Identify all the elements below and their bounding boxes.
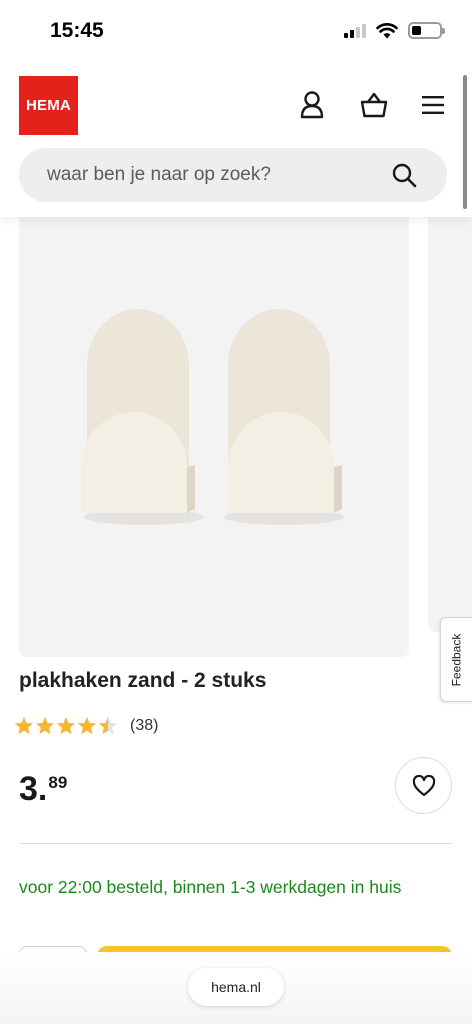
feedback-tab[interactable]: Feedback (440, 617, 472, 702)
hema-logo[interactable]: HEMA (19, 76, 78, 135)
menu-button[interactable] (418, 90, 448, 120)
star-full-icon (14, 716, 34, 735)
star-full-icon (35, 716, 55, 735)
page-scrollbar[interactable] (463, 75, 467, 209)
product-price: 3.89 (19, 770, 67, 809)
favorite-button[interactable] (395, 757, 452, 814)
browser-bottom-bar: hema.nl (0, 952, 472, 1024)
basket-icon (360, 92, 388, 118)
rating-stars (14, 716, 118, 735)
account-button[interactable] (297, 90, 327, 120)
review-count[interactable]: (38) (130, 717, 158, 735)
logo-text: HEMA (26, 97, 71, 114)
status-time: 15:45 (50, 19, 104, 42)
product-image[interactable] (19, 217, 409, 657)
price-integer: 3. (19, 770, 48, 808)
divider (19, 843, 452, 844)
heart-icon (412, 774, 435, 796)
url-bar[interactable]: hema.nl (188, 968, 284, 1006)
search-bar (19, 148, 447, 202)
product-title: plakhaken zand - 2 stuks (19, 669, 267, 692)
star-full-icon (77, 716, 97, 735)
feedback-label: Feedback (449, 633, 464, 686)
price-decimals: 89 (48, 773, 68, 792)
product-rating[interactable]: (38) (14, 716, 158, 735)
menu-icon (422, 96, 444, 114)
status-icons (344, 22, 445, 39)
cellular-signal-icon (344, 23, 366, 38)
search-input[interactable] (47, 148, 387, 202)
account-icon (300, 91, 324, 119)
star-full-icon (56, 716, 76, 735)
delivery-info: voor 22:00 besteld, binnen 1-3 werkdagen… (19, 877, 402, 897)
status-bar: 15:45 (0, 0, 472, 62)
adhesive-hooks-image (81, 309, 344, 525)
basket-button[interactable] (359, 90, 389, 120)
search-icon[interactable] (391, 162, 417, 188)
star-half-icon (98, 716, 118, 735)
next-product-image[interactable] (428, 217, 472, 632)
battery-icon (408, 22, 445, 39)
wifi-icon (376, 22, 398, 38)
site-header: HEMA (0, 62, 472, 217)
